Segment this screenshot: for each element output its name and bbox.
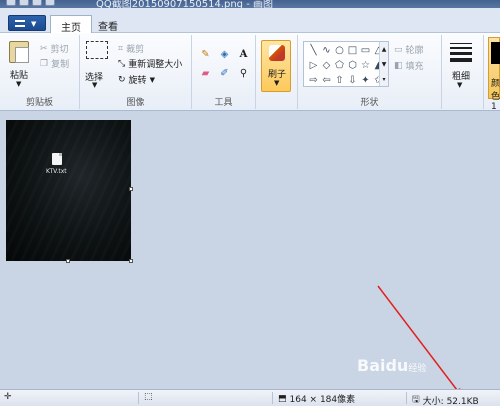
selection-size-icon: ⬚ bbox=[144, 392, 153, 402]
disk-icon: 🖫 bbox=[412, 395, 420, 405]
status-bar: ✛ ⬚ ⬒ 164 × 184像素 🖫 大小: 52.1KB bbox=[0, 389, 500, 406]
image-dimensions: ⬒ 164 × 184像素 bbox=[278, 393, 356, 406]
file-size: 🖫 大小: 52.1KB bbox=[412, 392, 479, 406]
watermark: Baidu经验 bbox=[357, 356, 427, 375]
annotation-arrow bbox=[377, 285, 464, 399]
cursor-position-icon: ✛ bbox=[4, 392, 12, 402]
dimensions-icon: ⬒ bbox=[278, 393, 287, 404]
